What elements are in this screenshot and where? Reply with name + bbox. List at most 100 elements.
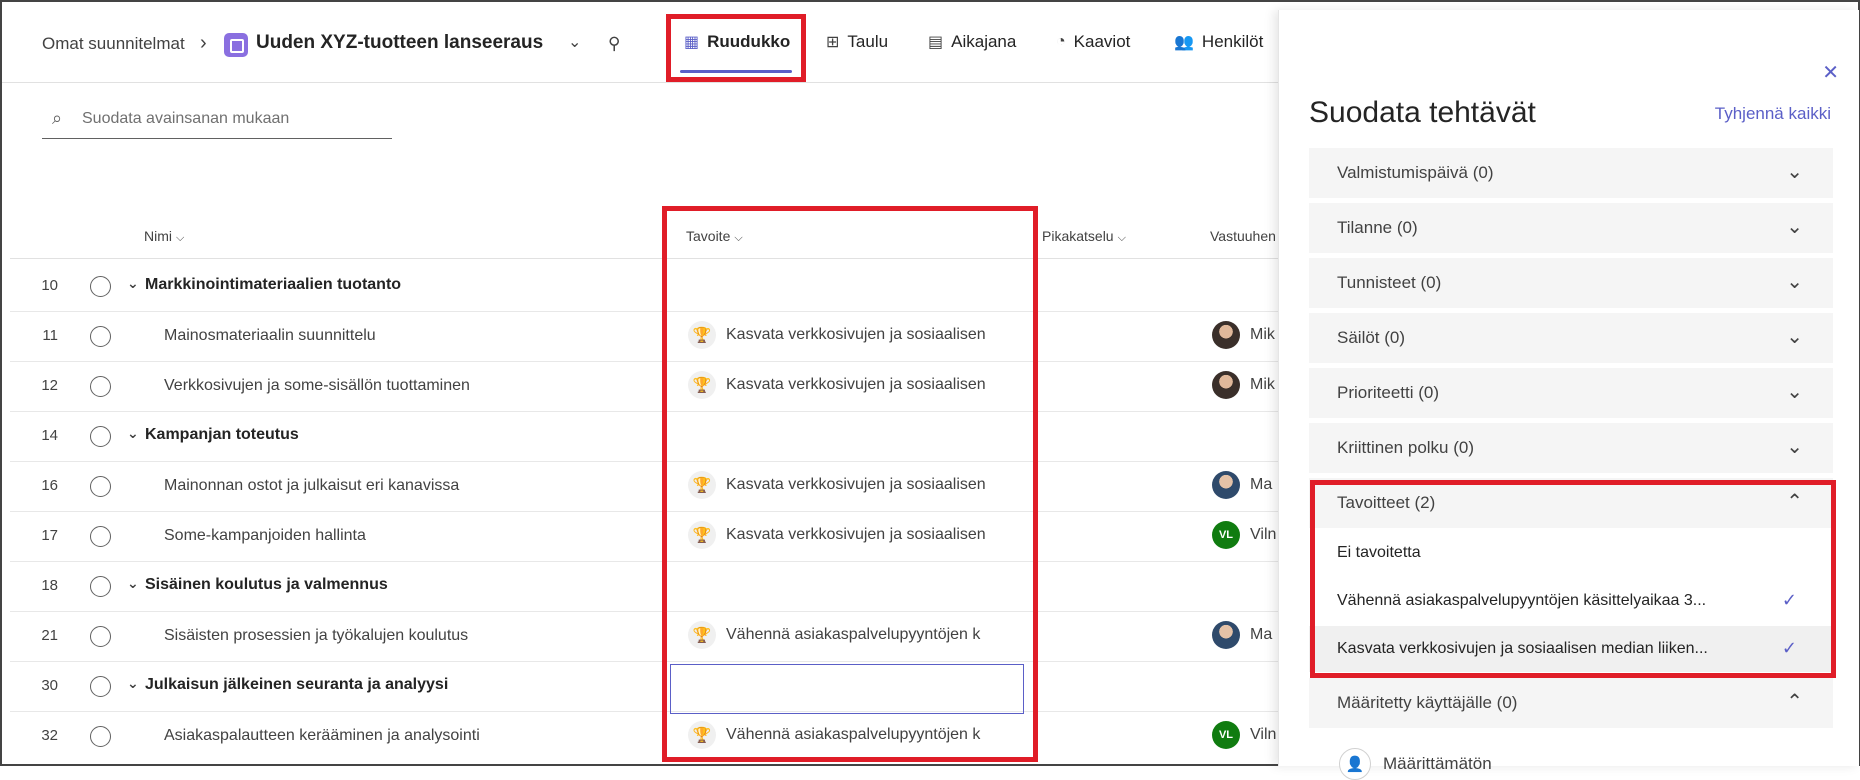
complete-radio[interactable] [90, 476, 111, 497]
unassigned-option[interactable]: Määrittämätön [1383, 754, 1492, 774]
complete-radio[interactable] [90, 276, 111, 297]
plan-icon [224, 33, 248, 57]
filter-section-critical-path[interactable]: Kriittinen polku (0) ⌄ [1309, 423, 1833, 473]
complete-radio[interactable] [90, 376, 111, 397]
timeline-icon: ▤ [928, 34, 944, 51]
filter-section-labels[interactable]: Tunnisteet (0) ⌄ [1309, 258, 1833, 308]
row-number: 16 [41, 477, 58, 494]
assignee-cell[interactable]: Mik [1212, 321, 1278, 349]
section-label: Tilanne (0) [1337, 218, 1418, 237]
column-header-name[interactable]: Nimi ⌵ [144, 228, 184, 245]
task-name: Mainonnan ostot ja julkaisut eri kanavis… [164, 477, 460, 494]
tab-people[interactable]: 👥 Henkilöt [1174, 32, 1263, 52]
group-row[interactable]: 14 ⌄ Kampanjan toteutus [10, 411, 1278, 462]
row-number: 17 [41, 527, 58, 544]
column-header-assignee[interactable]: Vastuuhen [1210, 228, 1276, 244]
complete-radio[interactable] [90, 576, 111, 597]
task-row[interactable]: 12 Verkkosivujen ja some-sisällön tuotta… [10, 361, 1278, 412]
complete-radio[interactable] [90, 326, 111, 347]
complete-radio[interactable] [90, 726, 111, 747]
avatar [1212, 471, 1240, 499]
person-icon: 👤 [1339, 748, 1371, 780]
chevron-right-icon: › [200, 32, 207, 54]
tab-label: Kaaviot [1073, 32, 1131, 51]
group-name: Julkaisun jälkeinen seuranta ja analyysi [145, 676, 449, 693]
row-number: 11 [42, 327, 58, 344]
assignee-name: Mik [1250, 326, 1275, 343]
group-name: Sisäinen koulutus ja valmennus [145, 576, 388, 593]
column-header-quickview[interactable]: Pikakatselu ⌵ [1042, 228, 1126, 245]
tab-label: Henkilöt [1201, 32, 1264, 51]
filter-section-buckets[interactable]: Säilöt (0) ⌄ [1309, 313, 1833, 363]
task-row[interactable]: 21 Sisäisten prosessien ja työkalujen ko… [10, 611, 1278, 662]
row-number: 14 [41, 427, 58, 444]
tab-label: Taulu [847, 32, 889, 51]
tab-charts[interactable]: ◔ Kaaviot [1056, 32, 1130, 52]
chevron-down-icon[interactable]: ⌄ [568, 32, 581, 52]
chevron-down-icon[interactable]: ⌄ [127, 575, 139, 592]
avatar [1212, 321, 1240, 349]
chevron-down-icon: ⌄ [1786, 326, 1803, 348]
filter-section-assigned-to[interactable]: Määritetty käyttäjälle (0) ⌃ [1309, 678, 1833, 728]
assignee-cell[interactable]: VL Viln [1212, 521, 1278, 549]
charts-icon: ◔ [1056, 33, 1066, 50]
group-name: Kampanjan toteutus [145, 426, 299, 443]
task-row[interactable]: 11 Mainosmateriaalin suunnittelu 🏆 Kasva… [10, 311, 1278, 362]
breadcrumb-my-plans[interactable]: Omat suunnitelmat [42, 34, 185, 54]
row-number: 10 [41, 277, 58, 294]
row-number: 18 [41, 577, 58, 594]
assignee-name: Ma [1250, 476, 1273, 493]
row-number: 21 [41, 627, 58, 644]
section-label: Prioriteetti (0) [1337, 383, 1440, 402]
filter-section-due-date[interactable]: Valmistumispäivä (0) ⌄ [1309, 148, 1833, 198]
avatar [1212, 371, 1240, 399]
task-row[interactable]: 16 Mainonnan ostot ja julkaisut eri kana… [10, 461, 1278, 512]
chevron-down-icon: ⌄ [1786, 216, 1803, 238]
header-divider [10, 258, 1278, 259]
plan-title: Uuden XYZ-tuotteen lanseeraus [256, 32, 544, 53]
tab-label: Aikajana [951, 32, 1017, 51]
chevron-down-icon[interactable]: ⌄ [127, 675, 139, 692]
tab-board[interactable]: ⊞ Taulu [826, 32, 888, 52]
assignee-cell[interactable]: VL Viln [1212, 721, 1278, 749]
tab-timeline[interactable]: ▤ Aikajana [928, 32, 1016, 52]
assignee-cell[interactable]: Ma [1212, 621, 1278, 649]
section-label: Valmistumispäivä (0) [1337, 163, 1494, 182]
assignee-name: Ma [1250, 626, 1273, 643]
clear-all-link[interactable]: Tyhjennä kaikki [1715, 104, 1831, 124]
search-icon: ⌕ [52, 108, 63, 128]
pin-icon[interactable]: ⚲ [608, 34, 620, 54]
task-name: Mainosmateriaalin suunnittelu [164, 327, 376, 344]
complete-radio[interactable] [90, 526, 111, 547]
chevron-up-icon: ⌃ [1786, 691, 1803, 713]
column-label: Nimi [144, 228, 172, 244]
chevron-down-icon[interactable]: ⌄ [127, 275, 139, 292]
group-row[interactable]: 18 ⌄ Sisäinen koulutus ja valmennus [10, 561, 1278, 612]
row-number: 32 [41, 727, 58, 744]
group-row[interactable]: 10 ⌄ Markkinointimateriaalien tuotanto [10, 261, 1278, 312]
plan-header: Omat suunnitelmat › Uuden XYZ-tuotteen l… [2, 10, 1278, 83]
chevron-down-icon: ⌄ [1786, 381, 1803, 403]
task-row[interactable]: 32 Asiakaspalautteen kerääminen ja analy… [10, 711, 1278, 761]
complete-radio[interactable] [90, 426, 111, 447]
complete-radio[interactable] [90, 626, 111, 647]
chevron-down-icon: ⌄ [1786, 271, 1803, 293]
complete-radio[interactable] [90, 676, 111, 697]
chevron-down-icon[interactable]: ⌄ [127, 425, 139, 442]
avatar-initials: VL [1212, 521, 1240, 549]
column-label: Vastuuhen [1210, 228, 1276, 244]
column-label: Pikakatselu [1042, 228, 1114, 244]
section-label: Tunnisteet (0) [1337, 273, 1442, 292]
assignee-cell[interactable]: Mik [1212, 371, 1278, 399]
filter-section-status[interactable]: Tilanne (0) ⌄ [1309, 203, 1833, 253]
keyword-filter-input[interactable]: ⌕ Suodata avainsanan mukaan [42, 102, 392, 139]
task-row[interactable]: 17 Some-kampanjoiden hallinta 🏆 Kasvata … [10, 511, 1278, 562]
assignee-cell[interactable]: Ma [1212, 471, 1278, 499]
group-name: Markkinointimateriaalien tuotanto [145, 276, 402, 293]
filter-section-priority[interactable]: Prioriteetti (0) ⌄ [1309, 368, 1833, 418]
group-row[interactable]: 30 ⌄ Julkaisun jälkeinen seuranta ja ana… [10, 661, 1278, 712]
task-name: Verkkosivujen ja some-sisällön tuottamin… [164, 377, 470, 394]
highlight-goals-filter [1310, 480, 1836, 678]
close-icon[interactable]: ✕ [1822, 60, 1839, 85]
board-icon: ⊞ [826, 34, 840, 51]
